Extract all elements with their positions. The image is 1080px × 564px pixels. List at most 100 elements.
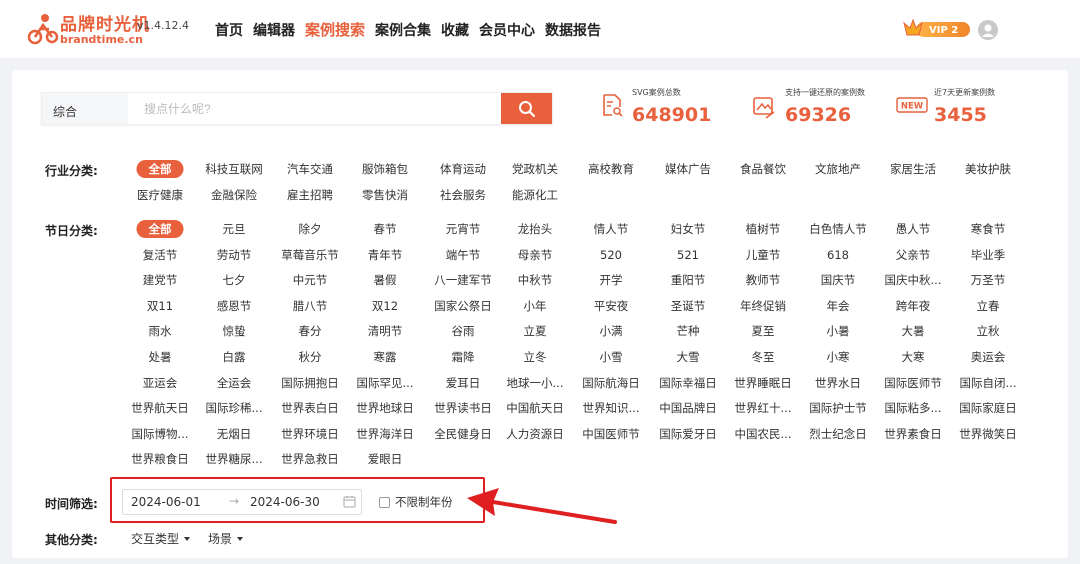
filter-tag[interactable]: 521: [677, 246, 699, 264]
filter-tag[interactable]: 母亲节: [518, 246, 553, 264]
filter-tag[interactable]: 国际幸福日: [659, 374, 717, 392]
filter-tag[interactable]: 劳动节: [217, 246, 252, 264]
filter-tag[interactable]: 立秋: [977, 322, 1000, 340]
filter-tag[interactable]: 汽车交通: [287, 160, 333, 178]
filter-tag[interactable]: 跨年夜: [896, 297, 931, 315]
filter-tag[interactable]: 秋分: [299, 348, 322, 366]
filter-tag[interactable]: 元宵节: [446, 220, 481, 238]
filter-tag[interactable]: 国际航海日: [582, 374, 640, 392]
filter-tag[interactable]: 小年: [524, 297, 547, 315]
filter-tag[interactable]: 小寒: [827, 348, 850, 366]
filter-tag[interactable]: 芒种: [677, 322, 700, 340]
filter-tag[interactable]: 无烟日: [217, 425, 252, 443]
filter-tag[interactable]: 人力资源日: [506, 425, 564, 443]
filter-tag[interactable]: 七夕: [223, 271, 246, 289]
filter-tag[interactable]: 国际医师节: [884, 374, 942, 392]
filter-tag[interactable]: 零售快消: [362, 186, 408, 204]
filter-tag[interactable]: 体育运动: [440, 160, 486, 178]
filter-tag[interactable]: 圣诞节: [671, 297, 706, 315]
filter-tag[interactable]: 食品餐饮: [740, 160, 786, 178]
avatar[interactable]: [978, 20, 998, 40]
filter-tag[interactable]: 开学: [600, 271, 623, 289]
filter-tag[interactable]: 毕业季: [971, 246, 1006, 264]
filter-tag[interactable]: 全运会: [217, 374, 252, 392]
filter-tag[interactable]: 世界读书日: [434, 399, 492, 417]
filter-tag[interactable]: 媒体广告: [665, 160, 711, 178]
search-input[interactable]: [128, 93, 501, 124]
filter-tag[interactable]: 医疗健康: [137, 186, 183, 204]
filter-tag[interactable]: 能源化工: [512, 186, 558, 204]
search-button[interactable]: [501, 93, 552, 124]
filter-tag[interactable]: 年终促销: [740, 297, 786, 315]
filter-tag[interactable]: 国际罕见...: [357, 374, 414, 392]
filter-tag[interactable]: 地球一小...: [507, 374, 564, 392]
filter-tag[interactable]: 中国品牌日: [659, 399, 717, 417]
filter-tag[interactable]: 世界微笑日: [959, 425, 1017, 443]
filter-tag[interactable]: 中国农民...: [735, 425, 792, 443]
filter-tag[interactable]: 万圣节: [971, 271, 1006, 289]
tag-all[interactable]: 全部: [136, 220, 184, 238]
filter-tag[interactable]: 教师节: [746, 271, 781, 289]
filter-tag[interactable]: 清明节: [368, 322, 403, 340]
filter-tag[interactable]: 国际护士节: [809, 399, 867, 417]
filter-tag[interactable]: 建党节: [143, 271, 178, 289]
filter-tag[interactable]: 处暑: [149, 348, 172, 366]
filter-tag[interactable]: 小满: [600, 322, 623, 340]
filter-tag[interactable]: 社会服务: [440, 186, 486, 204]
filter-tag[interactable]: 双11: [147, 297, 173, 315]
interaction-type-dropdown[interactable]: 交互类型: [131, 530, 191, 547]
filter-tag[interactable]: 世界睡眠日: [734, 374, 792, 392]
nav-item[interactable]: 案例合集: [375, 20, 431, 40]
filter-tag[interactable]: 大暑: [902, 322, 925, 340]
filter-tag[interactable]: 大雪: [677, 348, 700, 366]
filter-tag[interactable]: 世界急救日: [281, 450, 339, 468]
filter-tag[interactable]: 大寒: [902, 348, 925, 366]
filter-tag[interactable]: 亚运会: [143, 374, 178, 392]
filter-tag[interactable]: 寒露: [374, 348, 397, 366]
filter-tag[interactable]: 国庆节: [821, 271, 856, 289]
filter-tag[interactable]: 夏至: [752, 322, 775, 340]
filter-tag[interactable]: 全民健身日: [434, 425, 492, 443]
filter-tag[interactable]: 寒食节: [971, 220, 1006, 238]
filter-tag[interactable]: 立冬: [524, 348, 547, 366]
filter-tag[interactable]: 世界糖尿...: [206, 450, 263, 468]
filter-tag[interactable]: 中国医师节: [582, 425, 640, 443]
filter-tag[interactable]: 冬至: [752, 348, 775, 366]
filter-tag[interactable]: 爱耳日: [446, 374, 481, 392]
filter-tag[interactable]: 520: [600, 246, 622, 264]
filter-tag[interactable]: 妇女节: [671, 220, 706, 238]
filter-tag[interactable]: 党政机关: [512, 160, 558, 178]
filter-tag[interactable]: 小暑: [827, 322, 850, 340]
filter-tag[interactable]: 暑假: [374, 271, 397, 289]
filter-tag[interactable]: 国际粘多...: [885, 399, 942, 417]
filter-tag[interactable]: 家居生活: [890, 160, 936, 178]
filter-tag[interactable]: 龙抬头: [518, 220, 553, 238]
filter-tag[interactable]: 奥运会: [971, 348, 1006, 366]
nav-item[interactable]: 编辑器: [253, 20, 295, 40]
filter-tag[interactable]: 春分: [299, 322, 322, 340]
filter-tag[interactable]: 惊蛰: [223, 322, 246, 340]
filter-tag[interactable]: 国际爱牙日: [659, 425, 717, 443]
filter-tag[interactable]: 端午节: [446, 246, 481, 264]
filter-tag[interactable]: 国庆中秋...: [885, 271, 942, 289]
nav-item[interactable]: 数据报告: [545, 20, 601, 40]
filter-tag[interactable]: 世界表白日: [281, 399, 339, 417]
filter-tag[interactable]: 雇主招聘: [287, 186, 333, 204]
filter-tag[interactable]: 小雪: [600, 348, 623, 366]
nav-item[interactable]: 会员中心: [479, 20, 535, 40]
filter-tag[interactable]: 中元节: [293, 271, 328, 289]
filter-tag[interactable]: 元旦: [223, 220, 246, 238]
filter-tag[interactable]: 父亲节: [896, 246, 931, 264]
vip-badge[interactable]: VIP 2: [902, 19, 970, 39]
filter-tag[interactable]: 618: [827, 246, 849, 264]
filter-tag[interactable]: 世界地球日: [356, 399, 414, 417]
filter-tag[interactable]: 烈士纪念日: [809, 425, 867, 443]
nav-item[interactable]: 首页: [215, 20, 243, 40]
filter-tag[interactable]: 国家公祭日: [434, 297, 492, 315]
filter-tag[interactable]: 青年节: [368, 246, 403, 264]
nav-item[interactable]: 案例搜索: [305, 19, 365, 40]
filter-tag[interactable]: 国际自闭...: [960, 374, 1017, 392]
filter-tag[interactable]: 世界航天日: [131, 399, 189, 417]
filter-tag[interactable]: 儿童节: [746, 246, 781, 264]
filter-tag[interactable]: 平安夜: [594, 297, 629, 315]
